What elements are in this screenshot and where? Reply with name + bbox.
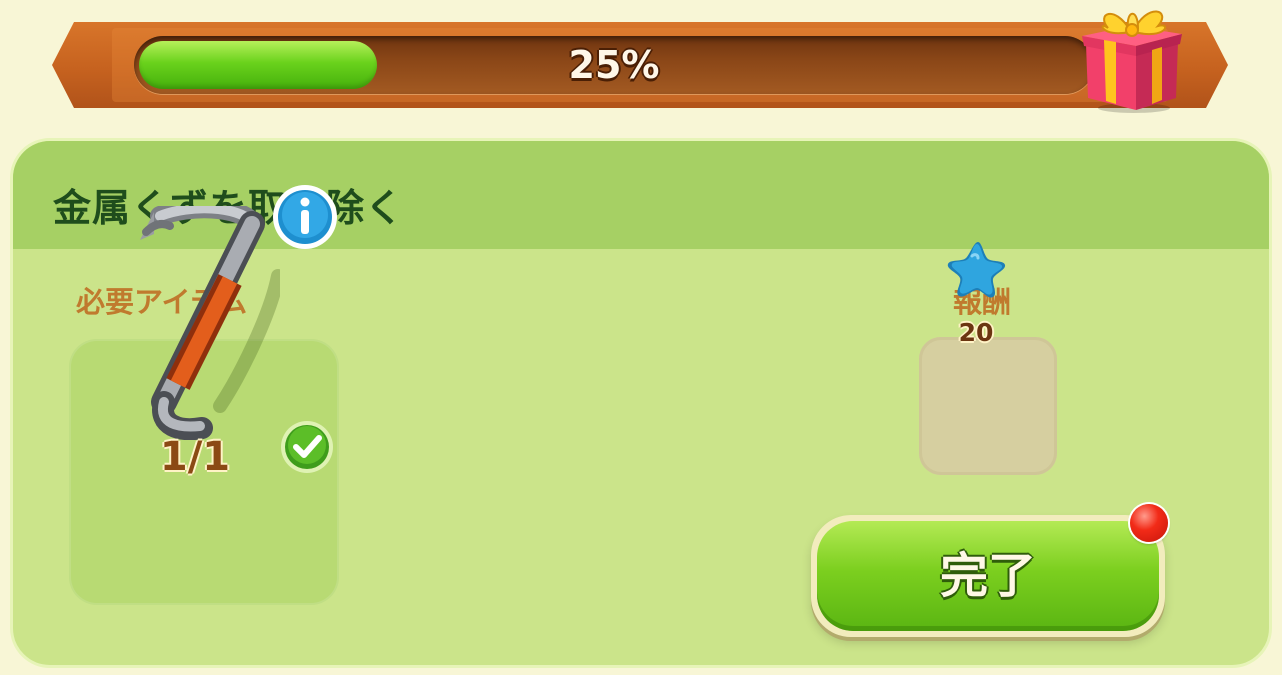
check-icon: [281, 421, 333, 473]
reward-slot: [919, 337, 1057, 475]
gift-box-icon[interactable]: [1078, 0, 1186, 116]
blue-star-icon: [947, 242, 1006, 298]
progress-percent-label: 25%: [568, 43, 660, 87]
reward-amount: 20: [958, 318, 994, 347]
crowbar-icon: [140, 206, 280, 440]
notification-badge: [1130, 504, 1168, 542]
complete-button-label: 完了: [939, 548, 1036, 604]
progress-bar: 25%: [134, 36, 1094, 94]
required-item-count: 1/1: [159, 434, 231, 480]
info-icon[interactable]: [272, 184, 338, 250]
complete-button[interactable]: 完了: [811, 515, 1165, 637]
